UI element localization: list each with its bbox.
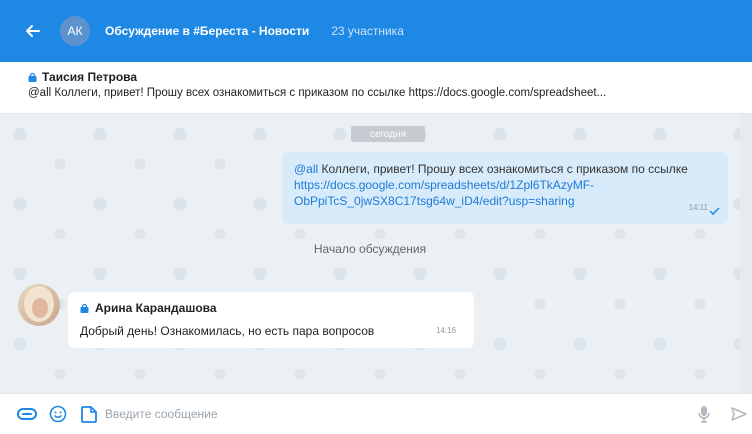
avatar[interactable] [18, 284, 60, 326]
scrollbar[interactable] [740, 114, 752, 393]
avatar-face [32, 298, 48, 318]
message-input[interactable]: Введите сообщение [105, 407, 218, 421]
microphone-icon[interactable] [698, 405, 710, 426]
attach-icon[interactable] [17, 408, 37, 420]
message-list[interactable]: сегодня @all Коллеги, привет! Прошу всех… [0, 114, 740, 393]
message-link[interactable]: https://docs.google.com/spreadsheets/d/1… [294, 178, 594, 208]
participants-count[interactable]: 23 участника [331, 24, 404, 38]
incoming-text: Добрый день! Ознакомилась, но есть пара … [80, 324, 375, 338]
pinned-message[interactable]: Таисия Петрова @all Коллеги, привет! Про… [0, 62, 752, 114]
outgoing-message[interactable]: @all Коллеги, привет! Прошу всех ознаком… [282, 152, 728, 224]
sticker-icon[interactable] [81, 405, 97, 423]
system-message: Начало обсуждения [313, 242, 427, 256]
lock-icon [80, 303, 89, 313]
pinned-text: @all Коллеги, привет! Прошу всех ознаком… [28, 87, 607, 99]
mention[interactable]: @all [294, 162, 318, 176]
chat-avatar[interactable]: АК [60, 16, 90, 46]
send-icon[interactable] [731, 407, 747, 424]
message-time: 14:16 [436, 326, 457, 335]
chat-header: АК Обсуждение в #Береста - Новости 23 уч… [0, 0, 752, 62]
incoming-message[interactable]: Арина Карандашова Добрый день! Ознакомил… [68, 292, 474, 348]
read-check-icon [709, 207, 720, 215]
message-composer: Введите сообщение [0, 393, 752, 434]
incoming-author[interactable]: Арина Карандашова [80, 301, 462, 315]
message-time: 14:11 [688, 203, 708, 212]
back-arrow-icon[interactable] [26, 24, 40, 38]
date-chip: сегодня [351, 126, 425, 142]
emoji-icon[interactable] [49, 405, 67, 423]
outgoing-text: Коллеги, привет! Прошу всех ознакомиться… [318, 162, 688, 176]
pinned-author: Таисия Петрова [28, 70, 752, 84]
pinned-author-name: Таисия Петрова [42, 70, 138, 84]
incoming-author-name[interactable]: Арина Карандашова [95, 301, 217, 315]
chat-title[interactable]: Обсуждение в #Береста - Новости [105, 24, 309, 38]
lock-icon [28, 72, 37, 82]
